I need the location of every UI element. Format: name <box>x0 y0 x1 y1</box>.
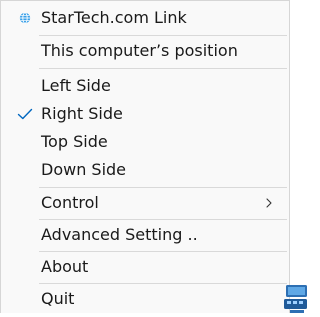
menu-separator <box>39 251 287 252</box>
globe-icon <box>15 4 35 32</box>
menu-separator <box>39 68 287 69</box>
menu-separator <box>39 283 287 284</box>
menu-separator <box>39 35 287 36</box>
menu-item-label: StarTech.com Link <box>41 8 187 27</box>
menu-item-down-side[interactable]: Down Side <box>1 156 289 184</box>
menu-item-label: This computer’s position <box>41 41 238 60</box>
menu-item-startech-link[interactable]: StarTech.com Link <box>1 4 289 32</box>
menu-item-about[interactable]: About <box>1 253 289 281</box>
menu-item-label: About <box>41 257 89 276</box>
menu-item-quit[interactable]: Quit <box>1 285 289 313</box>
menu-item-this-computer-position[interactable]: This computer’s position <box>1 37 289 65</box>
menu-item-right-side[interactable]: Right Side <box>1 100 289 128</box>
menu-item-control[interactable]: Control <box>1 189 289 217</box>
tray-app-icon[interactable] <box>282 282 307 313</box>
tray-context-menu: StarTech.com Link This computer’s positi… <box>0 0 290 313</box>
menu-separator <box>39 187 287 188</box>
menu-item-top-side[interactable]: Top Side <box>1 128 289 156</box>
menu-item-label: Quit <box>41 289 75 308</box>
menu-item-label: Right Side <box>41 104 123 123</box>
checkmark-icon <box>15 100 35 128</box>
menu-item-advanced-setting[interactable]: Advanced Setting .. <box>1 221 289 249</box>
menu-separator <box>39 219 287 220</box>
menu-item-label: Down Side <box>41 160 127 179</box>
desktop-background: StarTech.com Link This computer’s positi… <box>0 0 307 313</box>
menu-item-label: Control <box>41 193 99 212</box>
menu-item-label: Advanced Setting .. <box>41 225 198 244</box>
menu-item-left-side[interactable]: Left Side <box>1 72 289 100</box>
chevron-right-icon <box>263 189 275 217</box>
menu-item-label: Left Side <box>41 76 111 95</box>
menu-item-label: Top Side <box>41 132 108 151</box>
